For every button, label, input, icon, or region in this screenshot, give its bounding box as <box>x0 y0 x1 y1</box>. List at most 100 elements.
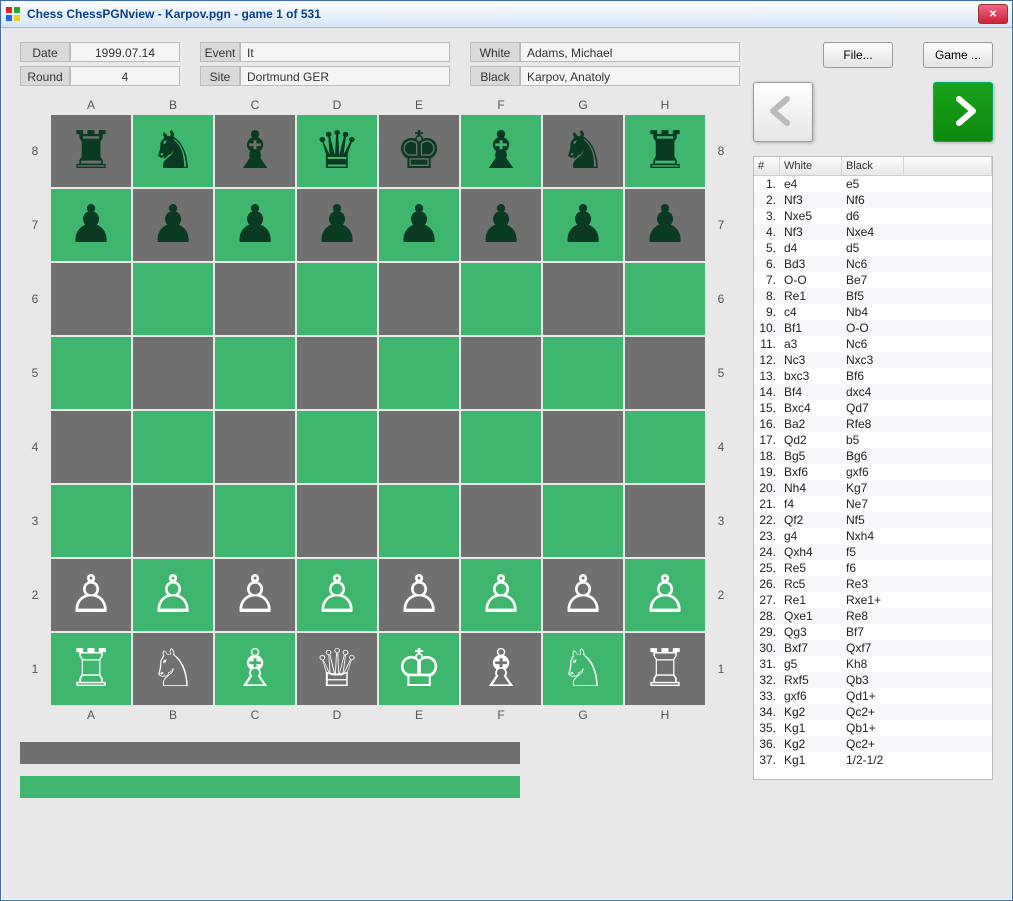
board-square[interactable]: ♙ <box>625 559 705 631</box>
move-row[interactable]: 10.Bf1O-O <box>754 320 992 336</box>
move-row[interactable]: 32.Rxf5Qb3 <box>754 672 992 688</box>
board-square[interactable] <box>215 411 295 483</box>
board-square[interactable] <box>461 337 541 409</box>
board-square[interactable]: ♙ <box>379 559 459 631</box>
board-square[interactable] <box>215 485 295 557</box>
move-row[interactable]: 3.Nxe5d6 <box>754 208 992 224</box>
move-row[interactable]: 29.Qg3Bf7 <box>754 624 992 640</box>
board-square[interactable]: ♟ <box>297 189 377 261</box>
board-square[interactable] <box>297 411 377 483</box>
move-row[interactable]: 13.bxc3Bf6 <box>754 368 992 384</box>
move-row[interactable]: 1.e4e5 <box>754 176 992 192</box>
board-square[interactable] <box>461 485 541 557</box>
move-row[interactable]: 33.gxf6Qd1+ <box>754 688 992 704</box>
board-square[interactable] <box>51 337 131 409</box>
board-square[interactable] <box>133 411 213 483</box>
board-square[interactable] <box>543 337 623 409</box>
board-square[interactable]: ♘ <box>543 633 623 705</box>
board-square[interactable]: ♖ <box>51 633 131 705</box>
board-square[interactable]: ♘ <box>133 633 213 705</box>
board-square[interactable]: ♟ <box>461 189 541 261</box>
board-square[interactable] <box>51 411 131 483</box>
window-close-button[interactable]: ✕ <box>978 4 1008 24</box>
move-row[interactable]: 17.Qd2b5 <box>754 432 992 448</box>
move-row[interactable]: 8.Re1Bf5 <box>754 288 992 304</box>
board-square[interactable]: ♕ <box>297 633 377 705</box>
board-square[interactable]: ♗ <box>461 633 541 705</box>
board-square[interactable] <box>133 263 213 335</box>
board-square[interactable] <box>215 263 295 335</box>
board-square[interactable] <box>625 485 705 557</box>
board-square[interactable] <box>379 263 459 335</box>
board-square[interactable]: ♚ <box>379 115 459 187</box>
board-square[interactable] <box>379 485 459 557</box>
board-square[interactable] <box>461 411 541 483</box>
board-square[interactable] <box>625 411 705 483</box>
move-row[interactable]: 27.Re1Rxe1+ <box>754 592 992 608</box>
move-row[interactable]: 23.g4Nxh4 <box>754 528 992 544</box>
move-row[interactable]: 21.f4Ne7 <box>754 496 992 512</box>
move-row[interactable]: 9.c4Nb4 <box>754 304 992 320</box>
move-row[interactable]: 19.Bxf6gxf6 <box>754 464 992 480</box>
board-square[interactable]: ♙ <box>215 559 295 631</box>
file-button[interactable]: File... <box>823 42 893 68</box>
board-square[interactable]: ♜ <box>625 115 705 187</box>
board-square[interactable] <box>297 485 377 557</box>
move-row[interactable]: 31.g5Kh8 <box>754 656 992 672</box>
move-row[interactable]: 37.Kg11/2-1/2 <box>754 752 992 768</box>
board-square[interactable]: ♙ <box>297 559 377 631</box>
board-square[interactable]: ♟ <box>133 189 213 261</box>
board-square[interactable]: ♟ <box>379 189 459 261</box>
board-square[interactable]: ♔ <box>379 633 459 705</box>
prev-move-button[interactable] <box>753 82 813 142</box>
move-row[interactable]: 5.d4d5 <box>754 240 992 256</box>
move-row[interactable]: 6.Bd3Nc6 <box>754 256 992 272</box>
move-row[interactable]: 36.Kg2Qc2+ <box>754 736 992 752</box>
board-square[interactable] <box>379 337 459 409</box>
move-row[interactable]: 22.Qf2Nf5 <box>754 512 992 528</box>
board-square[interactable]: ♞ <box>133 115 213 187</box>
board-square[interactable] <box>543 485 623 557</box>
move-row[interactable]: 7.O-OBe7 <box>754 272 992 288</box>
board-square[interactable]: ♟ <box>51 189 131 261</box>
board-square[interactable] <box>625 337 705 409</box>
moves-body[interactable]: 1.e4e52.Nf3Nf63.Nxe5d64.Nf3Nxe45.d4d56.B… <box>754 176 992 776</box>
board-square[interactable]: ♟ <box>215 189 295 261</box>
next-move-button[interactable] <box>933 82 993 142</box>
board-square[interactable] <box>297 263 377 335</box>
board-square[interactable]: ♙ <box>461 559 541 631</box>
board-square[interactable]: ♟ <box>625 189 705 261</box>
board-square[interactable] <box>625 263 705 335</box>
move-row[interactable]: 2.Nf3Nf6 <box>754 192 992 208</box>
move-row[interactable]: 28.Qxe1Re8 <box>754 608 992 624</box>
board-square[interactable]: ♖ <box>625 633 705 705</box>
move-row[interactable]: 12.Nc3Nxc3 <box>754 352 992 368</box>
move-row[interactable]: 35.Kg1Qb1+ <box>754 720 992 736</box>
move-row[interactable]: 20.Nh4Kg7 <box>754 480 992 496</box>
board-square[interactable]: ♛ <box>297 115 377 187</box>
board-square[interactable]: ♙ <box>133 559 213 631</box>
board-square[interactable] <box>543 411 623 483</box>
board-square[interactable]: ♟ <box>543 189 623 261</box>
move-row[interactable]: 14.Bf4dxc4 <box>754 384 992 400</box>
board-square[interactable]: ♝ <box>215 115 295 187</box>
move-row[interactable]: 18.Bg5Bg6 <box>754 448 992 464</box>
board-square[interactable] <box>461 263 541 335</box>
board-square[interactable] <box>297 337 377 409</box>
move-row[interactable]: 16.Ba2Rfe8 <box>754 416 992 432</box>
board-square[interactable] <box>543 263 623 335</box>
board-square[interactable]: ♗ <box>215 633 295 705</box>
board-square[interactable] <box>51 263 131 335</box>
move-row[interactable]: 11.a3Nc6 <box>754 336 992 352</box>
board-square[interactable]: ♜ <box>51 115 131 187</box>
move-row[interactable]: 30.Bxf7Qxf7 <box>754 640 992 656</box>
move-row[interactable]: 26.Rc5Re3 <box>754 576 992 592</box>
board-square[interactable] <box>379 411 459 483</box>
board-square[interactable] <box>133 485 213 557</box>
board-square[interactable]: ♙ <box>543 559 623 631</box>
board-square[interactable] <box>133 337 213 409</box>
move-row[interactable]: 4.Nf3Nxe4 <box>754 224 992 240</box>
board-square[interactable]: ♝ <box>461 115 541 187</box>
board-square[interactable]: ♙ <box>51 559 131 631</box>
move-row[interactable]: 24.Qxh4f5 <box>754 544 992 560</box>
